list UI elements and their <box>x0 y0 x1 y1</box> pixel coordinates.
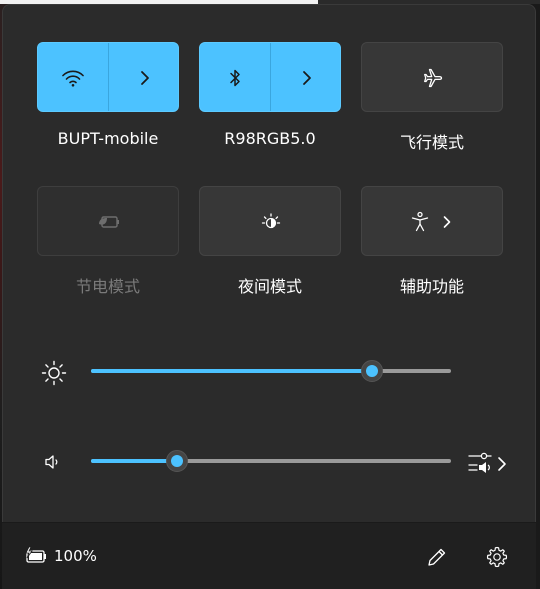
wifi-expand-chevron-icon[interactable] <box>132 66 158 90</box>
bluetooth-tile[interactable] <box>199 42 341 112</box>
audio-output-icon[interactable] <box>467 449 511 475</box>
brightness-icon <box>40 359 68 387</box>
airplane-mode-tile[interactable] <box>361 42 503 112</box>
volume-slider[interactable] <box>91 450 451 472</box>
airplane-icon <box>420 66 446 90</box>
battery-saver-tile[interactable] <box>37 186 179 256</box>
accessibility-tile[interactable] <box>361 186 503 256</box>
airplane-mode-tile-label: 飞行模式 <box>399 133 464 152</box>
bluetooth-expand-chevron-icon[interactable] <box>294 66 320 90</box>
night-light-icon <box>258 210 284 234</box>
bluetooth-icon[interactable] <box>222 66 248 90</box>
accessibility-icon <box>408 210 432 234</box>
battery-percentage[interactable]: 100% <box>54 547 97 565</box>
battery-charging-icon[interactable] <box>22 544 50 568</box>
pencil-icon[interactable] <box>424 544 450 570</box>
brightness-slider-fill <box>91 369 372 373</box>
volume-slider-thumb[interactable] <box>166 450 188 472</box>
battery-saver-tile-label: 节电模式 <box>75 277 140 296</box>
brightness-slider-thumb[interactable] <box>361 360 383 382</box>
speaker-icon[interactable] <box>40 450 64 474</box>
bluetooth-tile-label: R98RGB5.0 <box>224 129 316 148</box>
night-light-tile-label: 夜间模式 <box>237 277 302 296</box>
battery-saver-icon <box>96 210 122 234</box>
volume-slider-fill <box>91 459 177 463</box>
brightness-slider[interactable] <box>91 360 451 382</box>
tile-divider <box>270 43 271 111</box>
tile-divider <box>108 43 109 111</box>
wifi-tile-label: BUPT-mobile <box>57 129 159 148</box>
gear-icon[interactable] <box>484 544 510 570</box>
night-light-tile[interactable] <box>199 186 341 256</box>
accessibility-tile-label: 辅助功能 <box>399 277 464 296</box>
wifi-icon[interactable] <box>60 66 86 90</box>
accessibility-expand-chevron-icon[interactable] <box>440 214 454 230</box>
wifi-tile[interactable] <box>37 42 179 112</box>
